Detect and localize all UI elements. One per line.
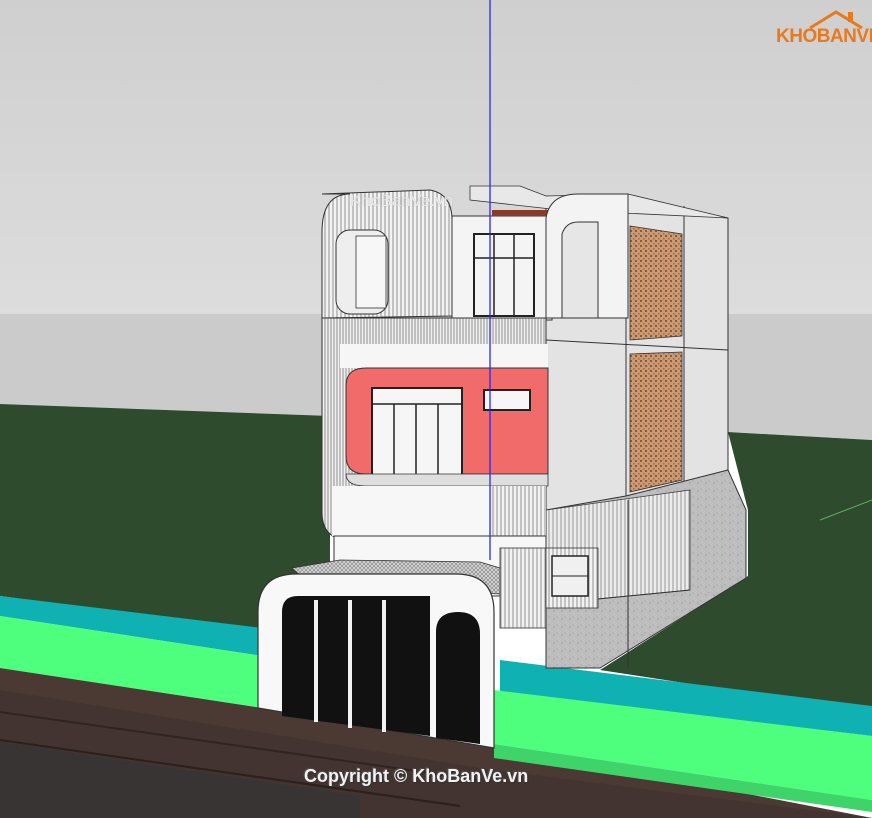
mid-white-panel: [340, 344, 548, 368]
logo-kho: KHO: [776, 26, 817, 47]
brick-panel-upper: [629, 225, 683, 341]
logo-text: KHOBANVE: [776, 26, 872, 48]
model-render: [0, 0, 872, 818]
entrance-door-right: [436, 612, 480, 744]
gate-fence: [499, 547, 547, 629]
mid-glass-door: [371, 387, 463, 477]
logo-banve: BANVE: [816, 26, 872, 47]
watermark-top: KhoBanVe.vn: [350, 191, 454, 210]
top-right-opening: [561, 221, 599, 319]
balcony-white: [332, 486, 492, 536]
balcony-slab: [345, 473, 549, 487]
entrance-inner: [282, 596, 430, 736]
top-glass: [451, 215, 553, 321]
mid-small-window: [483, 389, 531, 411]
khobanve-logo: KHOBANVE: [776, 10, 872, 50]
mid-right-white: [490, 486, 546, 540]
brick-panel-lower: [629, 351, 683, 493]
top-left-window: [355, 235, 387, 309]
copyright-watermark: Copyright © KhoBanVe.vn: [304, 766, 529, 786]
roof-accent: [492, 210, 548, 216]
